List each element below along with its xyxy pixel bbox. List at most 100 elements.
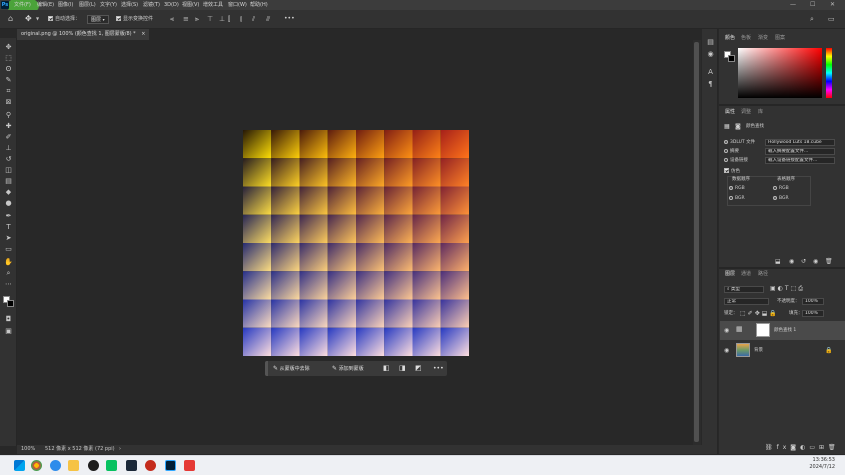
add-to-mask-button[interactable]: ✎ 添加到蒙版: [332, 364, 364, 373]
more-options-button[interactable]: •••: [284, 14, 295, 23]
layer-name[interactable]: 背景: [754, 347, 763, 354]
data-order-bgr[interactable]: BGR: [729, 195, 745, 202]
distribute-icon[interactable]: ⫿: [228, 16, 230, 23]
tab-gradients[interactable]: 渐变: [758, 34, 768, 42]
distribute-v-icon[interactable]: ⫽: [252, 16, 255, 23]
data-order-rgb[interactable]: RGB: [729, 185, 745, 192]
screen-mode-icon[interactable]: ▣: [3, 326, 14, 336]
quick-mask-icon[interactable]: ◘: [3, 314, 14, 324]
history-panel-icon[interactable]: ▤: [705, 37, 716, 47]
abstract-radio[interactable]: [724, 148, 728, 153]
auto-select-option[interactable]: 自动选择：: [48, 15, 80, 24]
menu-view[interactable]: 视图(V): [182, 1, 199, 9]
menu-select[interactable]: 选择(S): [121, 1, 138, 9]
eraser-tool-icon[interactable]: ◫: [3, 165, 14, 175]
more-tools-icon[interactable]: ⋯: [3, 279, 14, 289]
paragraph-panel-icon[interactable]: ¶: [705, 79, 716, 89]
align-bottom-icon[interactable]: ⫻: [266, 16, 270, 23]
align-center-icon[interactable]: ≡: [183, 16, 189, 23]
move-tool-icon[interactable]: ✥: [3, 42, 14, 52]
layer-action-icons[interactable]: ⛓fx◙◐▭⊞🗑: [765, 444, 840, 451]
tab-swatches[interactable]: 色板: [741, 34, 751, 42]
system-clock[interactable]: 13:36:53 2024/7/12: [809, 457, 835, 471]
menu-type[interactable]: 文字(Y): [100, 1, 117, 9]
qq-icon[interactable]: [88, 460, 99, 471]
zoom-tool-icon[interactable]: ⌕: [3, 268, 14, 278]
align-right-icon[interactable]: ⫸: [195, 16, 199, 23]
menu-edit[interactable]: 编辑(E): [37, 1, 54, 9]
opacity-input[interactable]: 100%: [802, 298, 824, 305]
document-tab[interactable]: original.png @ 100% (颜色查找 1, 图层蒙版/8) * ×: [17, 29, 150, 40]
tab-channels[interactable]: 通道: [741, 270, 751, 278]
blend-mode-select[interactable]: 正常: [724, 298, 769, 305]
layer-mask-thumbnail[interactable]: [756, 323, 770, 337]
fill-input[interactable]: 100%: [802, 310, 824, 317]
lock-icons[interactable]: ⬚✐✥⬓🔒: [740, 310, 779, 317]
menu-layer[interactable]: 图层(L): [79, 1, 96, 9]
table-order-rgb[interactable]: RGB: [773, 185, 789, 192]
more-context-button[interactable]: •••: [433, 364, 444, 373]
table-order-bgr-radio[interactable]: [773, 195, 777, 200]
filter-icons[interactable]: ▣◐T⬚⎙: [770, 285, 805, 292]
blur-tool-icon[interactable]: ◆: [3, 187, 14, 197]
scrollbar-thumb[interactable]: [694, 42, 699, 442]
color-picker-field[interactable]: [738, 48, 822, 98]
menu-filter[interactable]: 滤镜(T): [143, 1, 160, 9]
clone-stamp-icon[interactable]: ⊥: [3, 143, 14, 153]
dither-option[interactable]: 仿色: [724, 168, 740, 175]
mask-icon[interactable]: ◙: [735, 123, 741, 130]
edge-icon[interactable]: [50, 460, 61, 471]
character-panel-icon[interactable]: A: [705, 67, 716, 77]
background-color-swatch[interactable]: [7, 300, 14, 307]
eyedropper-tool-icon[interactable]: ⚲: [3, 110, 14, 120]
delete-adjustment-icon[interactable]: 🗑: [825, 258, 833, 265]
marquee-tool-icon[interactable]: ⬚: [3, 53, 14, 63]
status-arrow-icon[interactable]: ›: [119, 445, 121, 454]
distribute-h-icon[interactable]: ⫾: [240, 16, 242, 23]
lasso-tool-icon[interactable]: ʘ: [3, 64, 14, 74]
menu-help[interactable]: 帮助(H): [250, 1, 268, 9]
close-window-button[interactable]: ✕: [830, 0, 835, 10]
menu-image[interactable]: 图像(I): [58, 1, 73, 9]
close-tab-icon[interactable]: ×: [141, 31, 145, 37]
table-order-rgb-radio[interactable]: [773, 185, 777, 190]
devicelink-select[interactable]: 载入设备链接配置文件...: [765, 157, 835, 164]
dither-checkbox[interactable]: [724, 168, 729, 173]
minimize-button[interactable]: —: [790, 0, 796, 10]
layer-name[interactable]: 颜色查找 1: [774, 327, 796, 334]
windows-start-icon[interactable]: [14, 460, 25, 471]
hand-tool-icon[interactable]: ✋: [3, 257, 14, 267]
invert-mask-icon[interactable]: ◧: [383, 364, 390, 373]
drag-handle[interactable]: [265, 361, 268, 376]
panel-background-swatch[interactable]: [728, 55, 735, 62]
devicelink-radio[interactable]: [724, 157, 728, 162]
media-app-icon[interactable]: [145, 460, 156, 471]
home-icon[interactable]: ⌂: [8, 15, 13, 23]
view-previous-icon[interactable]: ◉: [789, 258, 794, 265]
devicelink-option[interactable]: 设备链接: [724, 157, 748, 164]
layer-thumbnail[interactable]: [736, 343, 750, 357]
menu-3d[interactable]: 3D(D): [164, 1, 179, 9]
show-transform-checkbox[interactable]: [116, 16, 121, 21]
abstract-option[interactable]: 摘要: [724, 148, 739, 155]
pen-tool-icon[interactable]: ✒: [3, 211, 14, 221]
chevron-down-icon[interactable]: ▼: [36, 17, 39, 21]
workspace-icon[interactable]: ▭: [828, 16, 835, 23]
eye-icon[interactable]: ◉: [724, 327, 729, 334]
shape-tool-icon[interactable]: ▭: [3, 244, 14, 254]
photoshop-taskbar-icon[interactable]: [165, 460, 176, 471]
tab-adjustments[interactable]: 调整: [741, 108, 751, 116]
healing-brush-icon[interactable]: ✚: [3, 121, 14, 131]
zoom-level[interactable]: 100%: [21, 445, 35, 454]
photoshop-logo[interactable]: Ps: [1, 1, 9, 9]
tab-libraries[interactable]: 库: [758, 108, 763, 116]
wechat-icon[interactable]: [106, 460, 117, 471]
reset-icon[interactable]: ↺: [801, 258, 806, 265]
tab-color[interactable]: 颜色: [725, 34, 735, 42]
brush-tool-icon[interactable]: ✐: [3, 132, 14, 142]
history-brush-icon[interactable]: ↺: [3, 154, 14, 164]
lut-option[interactable]: 3DLUT 文件: [724, 139, 755, 146]
remove-from-mask-button[interactable]: ✎ 从蒙版中去除: [273, 364, 310, 373]
gradient-tool-icon[interactable]: ▤: [3, 176, 14, 186]
tab-layers[interactable]: 图层: [725, 270, 735, 278]
